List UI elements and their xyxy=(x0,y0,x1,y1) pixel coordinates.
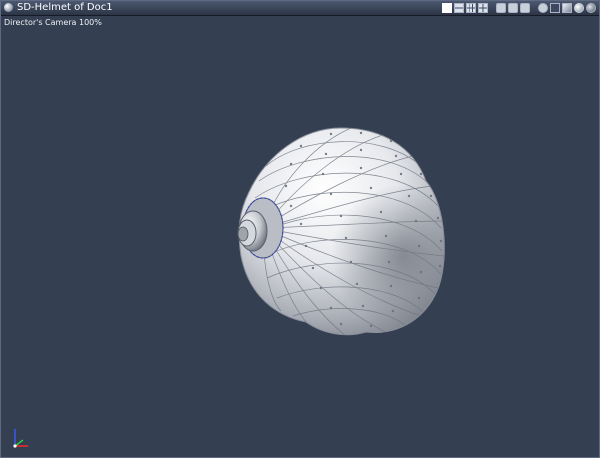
window-title: SD-Helmet of Doc1 xyxy=(17,2,113,13)
viewport-window: SD-Helmet of Doc1 Director's Camera 100% xyxy=(0,0,600,458)
camera-pan-icon[interactable] xyxy=(508,3,518,13)
three-view-layout-icon[interactable] xyxy=(466,3,476,13)
two-view-layout-icon[interactable] xyxy=(454,3,464,13)
solid-cube-icon[interactable] xyxy=(562,3,572,13)
single-view-layout-icon[interactable] xyxy=(442,3,452,13)
four-view-layout-icon[interactable] xyxy=(478,3,488,13)
axis-indicator-icon xyxy=(13,429,28,448)
wireframe-cube-icon[interactable] xyxy=(550,3,560,13)
shaded-sphere-icon[interactable] xyxy=(586,3,596,13)
camera-zoom-icon[interactable] xyxy=(520,3,530,13)
camera-orbit-icon[interactable] xyxy=(496,3,506,13)
window-menu-button[interactable] xyxy=(4,3,13,12)
helmet-model[interactable] xyxy=(1,16,599,457)
smooth-shaded-sphere-icon[interactable] xyxy=(574,3,584,13)
window-titlebar[interactable]: SD-Helmet of Doc1 xyxy=(1,1,599,16)
viewport-toolbar xyxy=(440,2,596,14)
3d-viewport[interactable]: Director's Camera 100% xyxy=(1,16,599,457)
figure-select-icon[interactable] xyxy=(538,3,548,13)
